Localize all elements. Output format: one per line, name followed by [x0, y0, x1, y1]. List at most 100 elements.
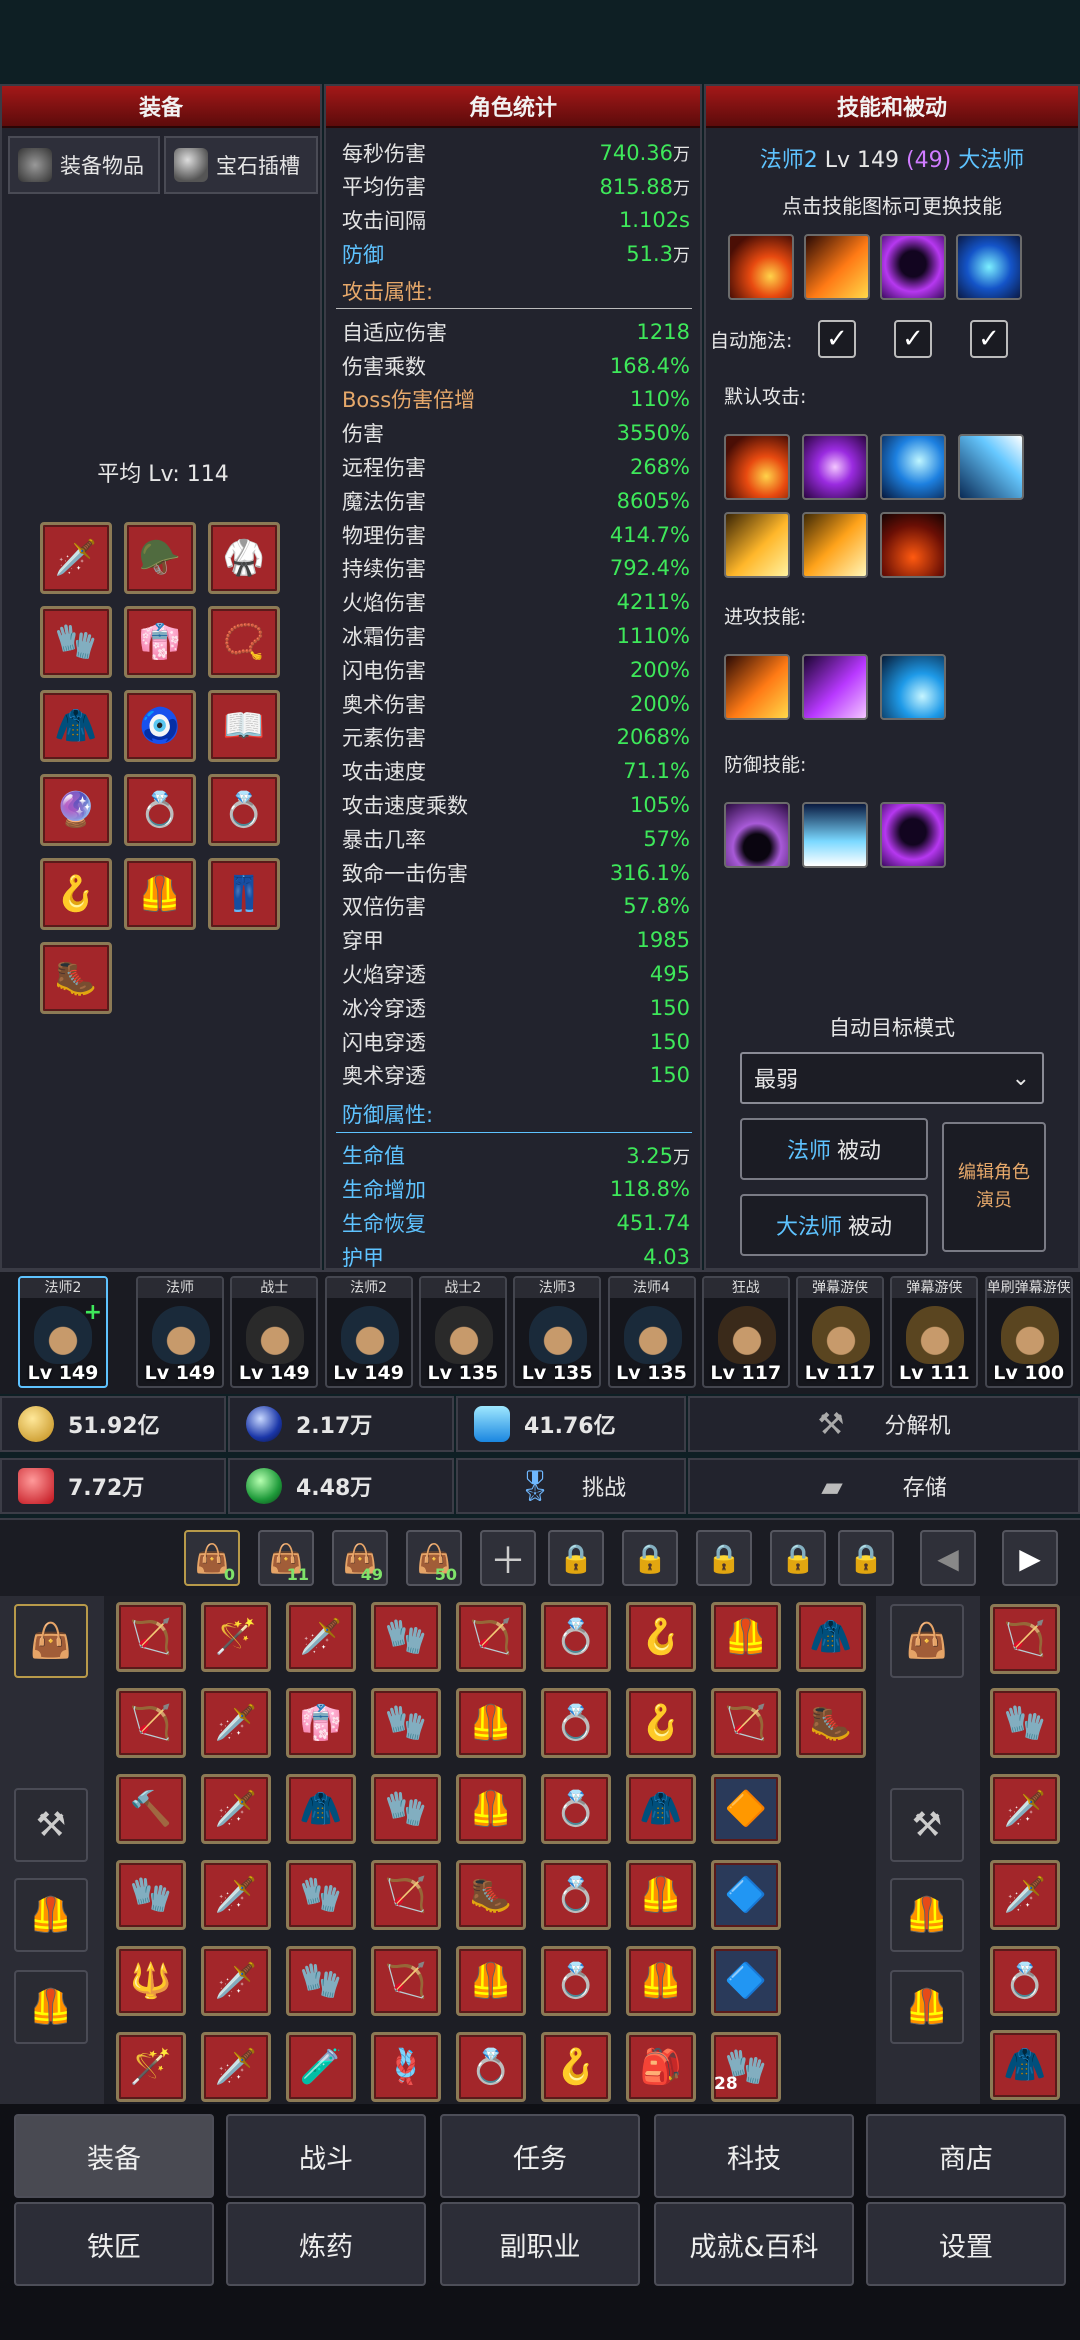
equip-slot[interactable]: 💍 — [208, 774, 280, 846]
mage-passive-button[interactable]: 法师 被动 — [740, 1118, 928, 1180]
inventory-slot[interactable]: 🏹 — [116, 1602, 186, 1672]
inventory-slot[interactable]: 🦺 — [711, 1602, 781, 1672]
locked-bag-lock-icon-3[interactable]: 🔒 — [696, 1530, 752, 1586]
inventory-slot[interactable]: 🔶 — [711, 1774, 781, 1844]
inventory-slot[interactable]: 🎒 — [626, 2032, 696, 2102]
hero-card[interactable]: 战士2 Lv 135 — [418, 1276, 507, 1388]
add-plus-icon[interactable]: + — [84, 1300, 102, 1325]
right-column-slot[interactable]: 🧤 — [990, 1688, 1060, 1758]
equip-slot[interactable]: 📖 — [208, 690, 280, 762]
archmage-passive-button[interactable]: 大法师 被动 — [740, 1194, 928, 1256]
default-ice-lance-icon[interactable] — [958, 434, 1024, 500]
right-column-slot[interactable]: 💍 — [990, 1946, 1060, 2016]
inventory-slot[interactable]: 🥾 — [796, 1688, 866, 1758]
inventory-slot[interactable]: 🗡️ — [201, 1860, 271, 1930]
offense-frost-icon[interactable] — [880, 654, 946, 720]
inventory-slot[interactable]: 🧥 — [796, 1602, 866, 1672]
default-lightning-icon[interactable] — [724, 512, 790, 578]
inventory-slot[interactable]: 🗡️ — [286, 1602, 356, 1672]
hero-card[interactable]: 法师2 Lv 149 — [324, 1276, 413, 1388]
inventory-slot[interactable]: 🔨 — [116, 1774, 186, 1844]
equip-slot[interactable]: 📿 — [208, 606, 280, 678]
inventory-slot[interactable]: 🦺 — [456, 1774, 526, 1844]
equip-slot[interactable]: 🧿 — [124, 690, 196, 762]
hero-card[interactable]: 法师4 Lv 135 — [607, 1276, 696, 1388]
auto-cast-checkbox-3[interactable]: ✓ — [970, 320, 1008, 358]
edit-role-button[interactable]: 编辑角色演员 — [942, 1122, 1046, 1252]
equip-slot[interactable]: 🧥 — [40, 690, 112, 762]
bag-tab-3[interactable]: 👜 49 — [332, 1530, 388, 1586]
hero-card[interactable]: 法师 Lv 149 — [136, 1276, 224, 1388]
defense-shadow-icon[interactable] — [880, 802, 946, 868]
offense-meteor-icon[interactable] — [724, 654, 790, 720]
nav-subclass[interactable]: 副职业 — [440, 2202, 640, 2286]
inventory-slot[interactable]: 🧤 — [371, 1774, 441, 1844]
inventory-slot[interactable]: 🧤 — [371, 1602, 441, 1672]
inventory-slot[interactable]: 🪝 — [626, 1688, 696, 1758]
nav-settings[interactable]: 设置 — [866, 2202, 1066, 2286]
inventory-slot[interactable]: 🪄 — [201, 1602, 271, 1672]
equip-slot[interactable]: 🔮 — [40, 774, 112, 846]
locked-bag-lock-icon-2[interactable]: 🔒 — [622, 1530, 678, 1586]
inventory-slot[interactable]: 💍 — [541, 1688, 611, 1758]
left-swap-armor-icon[interactable]: 🦺 — [14, 1878, 88, 1952]
inventory-slot[interactable]: 🧤 — [116, 1860, 186, 1930]
nav-equip[interactable]: 装备 — [14, 2114, 214, 2198]
equip-slot[interactable]: 🥋 — [208, 522, 280, 594]
locked-bag-lock-icon-5[interactable]: 🔒 — [838, 1530, 894, 1586]
inventory-slot[interactable]: 💍 — [541, 1860, 611, 1930]
inventory-slot[interactable]: 🔷 — [711, 1946, 781, 2016]
skill-slot-fireball-icon[interactable] — [728, 234, 794, 300]
inventory-slot[interactable]: 🗡️ — [201, 1688, 271, 1758]
hero-card[interactable]: 狂战 Lv 117 — [701, 1276, 790, 1388]
default-ice-bolt-icon[interactable] — [880, 434, 946, 500]
inventory-slot[interactable]: 🏹 — [371, 1946, 441, 2016]
nav-quests[interactable]: 任务 — [440, 2114, 640, 2198]
inventory-slot[interactable]: 🏹 — [371, 1860, 441, 1930]
nav-achievements[interactable]: 成就&百科 — [654, 2202, 854, 2286]
equip-slot[interactable]: 🪖 — [124, 522, 196, 594]
skill-slot-shadow-icon[interactable] — [880, 234, 946, 300]
prev-page-arrow-icon[interactable]: ◀ — [920, 1530, 976, 1586]
hero-card[interactable]: 法师2 Lv 149 + — [18, 1276, 108, 1388]
equip-slot[interactable]: 💍 — [124, 774, 196, 846]
inventory-slot[interactable]: 🏹 — [711, 1688, 781, 1758]
tab-gem-sockets[interactable]: 宝石插槽 — [164, 136, 318, 194]
inventory-slot[interactable]: 🏹 — [116, 1688, 186, 1758]
auto-cast-checkbox-2[interactable]: ✓ — [894, 320, 932, 358]
default-fireball-icon[interactable] — [724, 434, 790, 500]
bag-tab-4[interactable]: 👜 50 — [406, 1530, 462, 1586]
offense-arcane-missile-icon[interactable] — [802, 654, 868, 720]
bag-tab-1[interactable]: 👜 0 — [184, 1530, 240, 1586]
nav-tech[interactable]: 科技 — [654, 2114, 854, 2198]
equip-slot[interactable]: 👘 — [124, 606, 196, 678]
inventory-slot[interactable]: 🪝 — [541, 2032, 611, 2102]
right-bag-icon[interactable]: 👜 — [890, 1604, 964, 1678]
inventory-slot[interactable]: 🦺 — [456, 1688, 526, 1758]
inventory-slot[interactable]: 🏹 — [456, 1602, 526, 1672]
inventory-slot[interactable]: 🗡️ — [201, 1946, 271, 2016]
right-column-slot[interactable]: 🗡️ — [990, 1774, 1060, 1844]
storage-button[interactable]: ▰ 存储 — [688, 1458, 1080, 1514]
inventory-slot[interactable]: 🥾 — [456, 1860, 526, 1930]
equip-slot[interactable]: 🗡️ — [40, 522, 112, 594]
dismantler-button[interactable]: ⚒ 分解机 — [688, 1396, 1080, 1452]
add-bag-plus-icon[interactable]: ＋ — [480, 1530, 536, 1586]
inventory-slot[interactable]: 🧥 — [626, 1774, 696, 1844]
next-page-arrow-icon[interactable]: ▶ — [1002, 1530, 1058, 1586]
right-upgrade-armor-icon[interactable]: 🦺 — [890, 1970, 964, 2044]
locked-bag-lock-icon-1[interactable]: 🔒 — [548, 1530, 604, 1586]
hero-card[interactable]: 法师3 Lv 135 — [513, 1276, 602, 1388]
bag-tab-2[interactable]: 👜 11 — [258, 1530, 314, 1586]
inventory-slot[interactable]: 🧥 — [286, 1774, 356, 1844]
hero-card[interactable]: 弹幕游侠 Lv 117 — [796, 1276, 885, 1388]
nav-battle[interactable]: 战斗 — [226, 2114, 426, 2198]
equip-slot[interactable]: 🦺 — [124, 858, 196, 930]
right-swap-armor-icon[interactable]: 🦺 — [890, 1878, 964, 1952]
inventory-slot[interactable]: 🧤 — [371, 1688, 441, 1758]
right-dismantle-icon[interactable]: ⚒ — [890, 1788, 964, 1862]
inventory-slot[interactable]: 🦺 — [626, 1946, 696, 2016]
inventory-slot[interactable]: 🪢 — [371, 2032, 441, 2102]
inventory-slot[interactable]: 💍 — [541, 1774, 611, 1844]
right-column-slot[interactable]: 🧥 — [990, 2030, 1060, 2100]
